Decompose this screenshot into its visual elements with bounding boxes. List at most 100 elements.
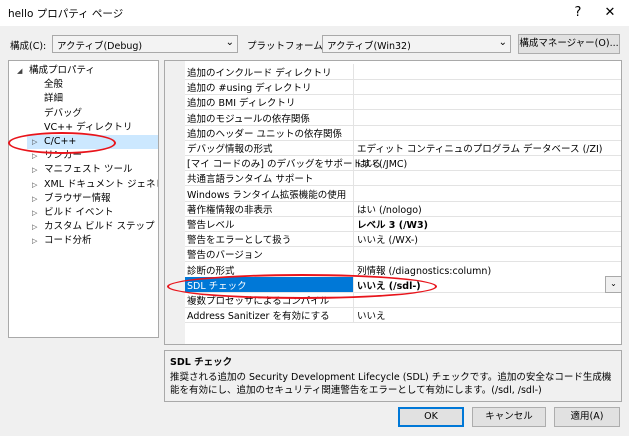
property-row[interactable]: 追加のモジュールの依存関係 [185,109,621,126]
property-row[interactable]: 追加のヘッダー ユニットの依存関係 [185,124,621,141]
chevron-down-icon: ⌄ [225,37,234,48]
column-divider [353,246,354,262]
property-tree[interactable]: 構成プロパティ ◢ 全般 詳細 デバッグ VC++ ディレクトリ C/C++ ▷ リンカー ▷ マニ… [8,60,159,338]
property-value: 列情報 (/diagnostics:column) [357,265,492,277]
tree-item[interactable]: カスタム ビルド ステップ [44,220,155,234]
column-divider [353,64,354,79]
property-name: 追加のヘッダー ユニットの依存関係 [187,128,343,140]
chevron-down-icon: ⌄ [498,37,507,48]
property-row[interactable]: 著作権情報の非表示 はい (/nologo) [185,200,621,217]
config-value: アクティブ(Debug) [57,41,143,52]
column-divider [353,307,354,323]
tree-item-label: 詳細 [44,93,64,105]
column-divider [353,109,354,125]
platform-value: アクティブ(Win32) [327,41,411,52]
column-divider [353,185,354,201]
column-divider [353,231,354,247]
property-row[interactable]: 追加のインクルード ディレクトリ [185,64,621,80]
ok-button[interactable]: OK [398,407,464,427]
property-name: 警告をエラーとして扱う [187,235,292,247]
property-value: はい (/nologo) [357,204,422,216]
tree-item[interactable]: 全般 [44,78,63,92]
property-value: はい (/JMC) [357,159,408,171]
column-divider [353,155,354,171]
property-name: Address Sanitizer を有効にする [187,311,330,323]
column-divider [353,170,354,186]
property-grid[interactable]: 追加のインクルード ディレクトリ 追加の #using ディレクトリ 追加の BMI… [164,60,622,345]
property-row[interactable]: 警告をエラーとして扱う いいえ (/WX-) [185,231,621,248]
property-row[interactable]: デバッグ情報の形式 エディット コンティニュのプログラム データベース (/ZI) [185,140,621,156]
tree-item[interactable]: ビルド イベント [44,206,114,220]
property-name: 追加のモジュールの依存関係 [187,113,310,125]
tree-item-label: 全般 [44,79,64,91]
description-title: SDL チェック [170,357,233,368]
tree-item-label: XML ドキュメント ジェネレーター [44,178,158,190]
property-name: Windows ランタイム拡張機能の使用 [187,189,347,201]
property-row[interactable]: Address Sanitizer を有効にする いいえ [185,307,621,324]
tree-item[interactable]: 構成プロパティ [29,64,95,78]
cancel-button[interactable]: キャンセル [472,407,546,427]
collapsed-arrow-icon[interactable]: ▷ [32,234,37,248]
property-value: いいえ (/WX-) [357,235,418,247]
collapsed-arrow-icon[interactable]: ▷ [32,220,37,234]
property-name: デバッグ情報の形式 [187,144,273,155]
property-row[interactable]: 警告のバージョン [185,246,621,263]
tree-item-label: カスタム ビルド ステップ [44,221,155,233]
property-value: レベル 3 (/W3) [357,220,428,231]
tree-item[interactable]: ブラウザー情報 [44,192,111,206]
tree-item-label: 構成プロパティ [29,65,95,76]
property-row[interactable]: 共通言語ランタイム サポート [185,170,621,187]
window-title: hello プロパティ ページ [8,8,124,20]
column-divider [353,79,354,95]
tree-item[interactable]: マニフェスト ツール [44,163,133,177]
property-name: 診断の形式 [187,265,235,277]
property-row[interactable]: 追加の BMI ディレクトリ [185,94,621,111]
property-row[interactable]: 追加の #using ディレクトリ [185,79,621,96]
grid-gutter [165,61,185,344]
config-manager-button[interactable]: 構成マネージャー(O)... [518,34,620,54]
property-value: いいえ [357,311,386,323]
property-row[interactable]: Windows ランタイム拡張機能の使用 [185,185,621,202]
collapsed-arrow-icon[interactable]: ▷ [32,163,37,177]
expanded-arrow-icon[interactable]: ◢ [17,64,22,78]
highlight-ellipse-tree [8,132,116,154]
tree-item-label: ブラウザー情報 [44,192,111,204]
collapsed-arrow-icon[interactable]: ▷ [32,192,37,206]
property-value: エディット コンティニュのプログラム データベース (/ZI) [357,144,603,155]
property-name: 追加の #using ディレクトリ [187,83,312,95]
column-divider [353,94,354,110]
property-name: [マイ コードのみ] のデバッグをサポートする [187,159,381,171]
property-name: 警告レベル [187,220,235,231]
property-row[interactable]: 警告レベル レベル 3 (/W3) [185,216,621,232]
tree-item[interactable]: デバッグ [44,107,82,121]
collapsed-arrow-icon[interactable]: ▷ [32,178,37,192]
tree-item[interactable]: コード分析 [44,234,92,248]
description-panel: SDL チェック 推奨される追加の Security Development L… [164,350,622,402]
column-divider [353,200,354,216]
column-divider [353,216,354,231]
tree-item-label: デバッグ [44,107,83,119]
property-name: 追加のインクルード ディレクトリ [187,68,332,79]
tree-item-label: コード分析 [44,235,92,247]
tree-item-label: マニフェスト ツール [44,164,133,176]
tree-item-label: ビルド イベント [44,207,114,218]
property-name: 著作権情報の非表示 [187,204,273,216]
property-name: 警告のバージョン [187,250,263,262]
tree-item[interactable]: 詳細 [44,92,63,106]
chevron-down-icon[interactable]: ⌄ [605,275,621,293]
column-divider [353,124,354,140]
apply-button[interactable]: 適用(A) [554,407,620,427]
help-button[interactable]: ? [562,0,594,26]
config-label: 構成(C): [10,41,47,52]
property-name: 共通言語ランタイム サポート [187,174,314,186]
column-divider [353,140,354,155]
config-dropdown[interactable]: アクティブ(Debug) ⌄ [52,35,238,53]
tree-item[interactable]: XML ドキュメント ジェネレーター [44,178,158,192]
highlight-ellipse-grid [167,274,437,299]
property-name: 追加の BMI ディレクトリ [187,98,296,110]
description-text: 推奨される追加の Security Development Lifecycle … [170,372,612,396]
platform-dropdown[interactable]: アクティブ(Win32) ⌄ [322,35,511,53]
close-button[interactable]: ✕ [594,0,626,26]
collapsed-arrow-icon[interactable]: ▷ [32,206,37,220]
property-row[interactable]: [マイ コードのみ] のデバッグをサポートする はい (/JMC) [185,155,621,172]
